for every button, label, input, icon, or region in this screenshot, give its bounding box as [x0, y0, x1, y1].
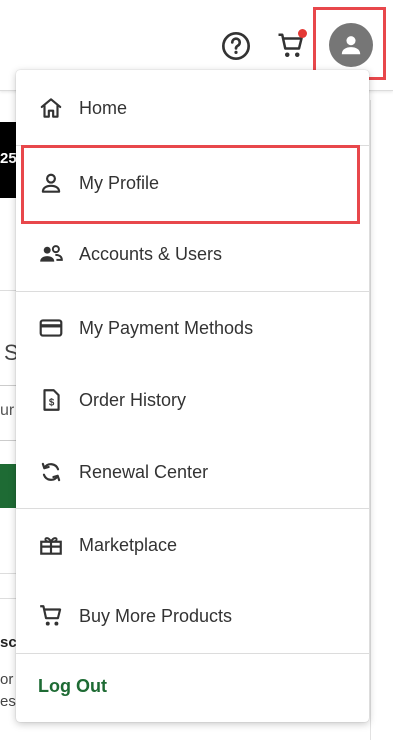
help-button[interactable]: [220, 30, 252, 62]
menu-divider: [16, 145, 369, 146]
menu-item-label: Home: [79, 97, 128, 118]
cart-notification-badge: [298, 29, 307, 38]
person-icon: [38, 170, 64, 196]
menu-item-label: My Payment Methods: [79, 317, 254, 338]
account-dropdown-menu: Home My Profile Accounts & Users My Paym…: [16, 70, 369, 722]
menu-item-label: Order History: [79, 389, 187, 410]
background-divider: [0, 440, 16, 441]
menu-item-label: Accounts & Users: [79, 243, 223, 264]
background-green-button: [0, 464, 16, 508]
home-icon: [38, 95, 64, 121]
background-card-text: or: [0, 671, 14, 688]
menu-item-my-profile[interactable]: My Profile: [16, 159, 369, 207]
receipt-dollar-icon: $: [38, 387, 64, 413]
gift-box-icon: [38, 532, 64, 558]
background-card: [0, 598, 16, 742]
menu-item-payment-methods[interactable]: My Payment Methods: [16, 304, 369, 352]
users-icon: [38, 241, 64, 267]
cart-button[interactable]: [275, 29, 307, 62]
menu-item-order-history[interactable]: $ Order History: [16, 376, 369, 424]
background-card: [0, 290, 16, 574]
menu-item-renewal-center[interactable]: Renewal Center: [16, 448, 369, 496]
renew-icon: [38, 459, 64, 485]
credit-card-icon: [38, 315, 64, 341]
menu-divider: [16, 291, 369, 292]
account-circle-icon: [341, 36, 361, 55]
avatar-button[interactable]: [329, 23, 373, 67]
menu-item-label: Renewal Center: [79, 461, 209, 482]
menu-item-accounts-users[interactable]: Accounts & Users: [16, 230, 369, 278]
menu-item-label: Marketplace: [79, 534, 178, 555]
menu-item-marketplace[interactable]: Marketplace: [16, 521, 369, 569]
menu-item-home[interactable]: Home: [16, 84, 369, 132]
background-banner-text: 25: [0, 150, 17, 167]
background-divider: [370, 100, 371, 740]
menu-item-buy-more-products[interactable]: Buy More Products: [16, 592, 369, 640]
menu-divider: [16, 653, 369, 654]
background-input-text: ur: [0, 402, 15, 419]
menu-item-label: My Profile: [79, 172, 160, 193]
menu-divider: [16, 508, 369, 509]
background-divider: [0, 385, 16, 386]
shopping-cart-icon: [38, 603, 64, 629]
background-card-heading: sc: [0, 634, 16, 651]
menu-item-label: Buy More Products: [79, 605, 233, 626]
svg-text:$: $: [49, 397, 55, 408]
help-circle-icon: [222, 32, 250, 60]
background-card-text: es: [0, 693, 16, 710]
logout-link[interactable]: Log Out: [38, 676, 107, 697]
